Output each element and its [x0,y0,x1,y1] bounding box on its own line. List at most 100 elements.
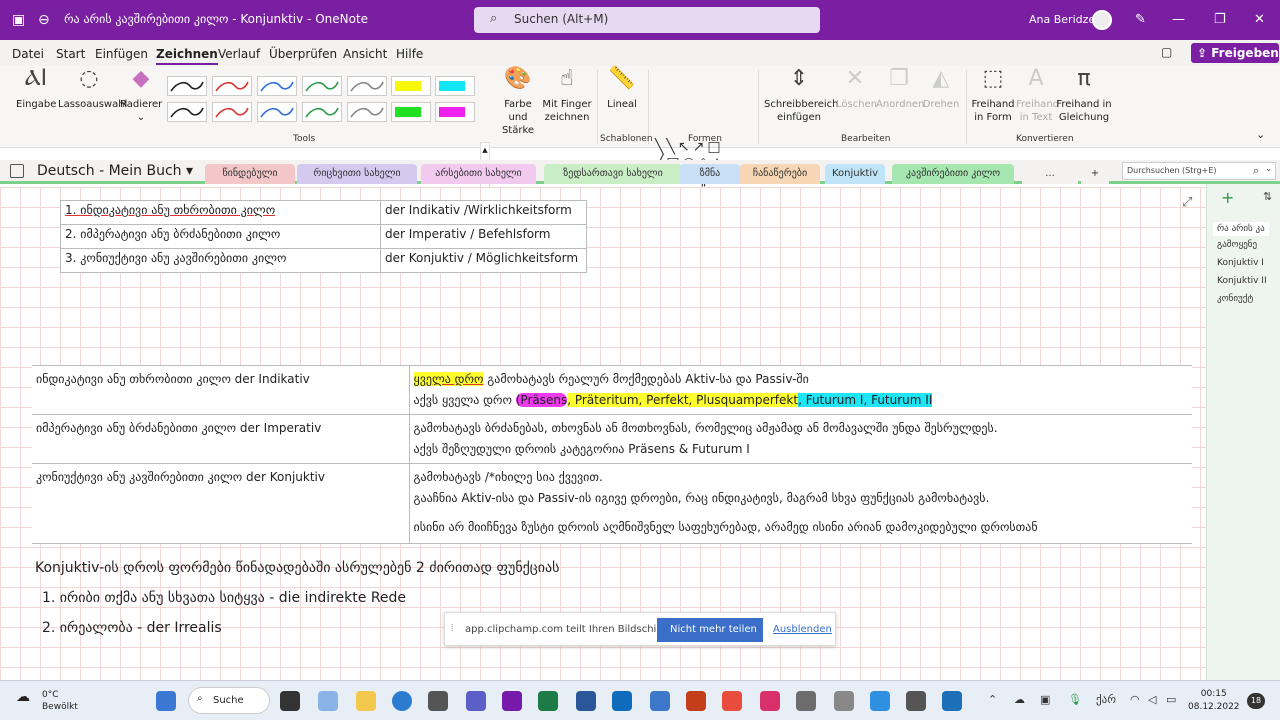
share-button[interactable]: ⇪ Freigeben [1191,43,1279,63]
rotate-button[interactable]: ◭ Drehen [922,68,960,111]
pen-swatch[interactable] [257,102,297,122]
notebook-selector[interactable]: Deutsch - Mein Buch ▾ [37,163,193,179]
page-item[interactable]: რა არის კა [1213,222,1269,236]
edge-icon[interactable] [392,691,412,711]
page-item[interactable]: გამოყენე [1217,240,1257,250]
sort-icon[interactable]: ⇅ [1263,190,1272,203]
ink-to-shape-button[interactable]: ⬚ Freihand in Form [970,68,1016,124]
battery-icon[interactable]: ▭ [1166,693,1176,706]
speaker-icon[interactable]: ◁ [1148,693,1156,706]
pen-swatch[interactable] [347,102,387,122]
teams-icon[interactable] [466,691,486,711]
back-icon[interactable]: ⊖ [38,12,50,28]
section-tab[interactable]: + [1081,164,1109,184]
maximize-icon[interactable]: ❐ [1214,12,1226,27]
section-tab[interactable]: ზედსართავი სახელი [544,164,682,184]
section-tab[interactable]: წინდებული [205,164,295,184]
app-icon[interactable] [906,691,926,711]
pen-swatch[interactable] [212,76,252,96]
pen-icon[interactable]: ✎ [1135,12,1146,27]
app-icon[interactable] [760,691,780,711]
word-icon[interactable] [576,691,596,711]
calculator-icon[interactable] [834,691,854,711]
pen-swatch[interactable] [212,102,252,122]
file-explorer-icon[interactable] [356,691,376,711]
finger-draw-button[interactable]: ☝ Mit Finger zeichnen [542,68,592,124]
clock[interactable]: 00:15 08.12.2022 [1188,688,1240,714]
color-thickness-button[interactable]: 🎨 Farbe und Stärke [496,68,540,137]
section-tab[interactable]: Konjuktiv [825,164,885,184]
task-view-icon[interactable] [280,691,300,711]
onedrive-icon[interactable]: ☁ [1014,693,1025,706]
pen-swatch[interactable] [167,76,207,96]
section-tab[interactable]: ჩანაწერები [740,164,820,184]
wifi-icon[interactable]: ◠ [1130,693,1140,706]
pen-swatch[interactable] [302,76,342,96]
notification-badge[interactable]: 18 [1247,693,1265,709]
insert-writing-space-button[interactable]: ⇕ Schreibbereich einfügen [764,68,839,124]
section-tab[interactable]: კავშირებითი კილო [892,164,1014,184]
pen-swatch[interactable] [302,102,342,122]
excel-icon[interactable] [538,691,558,711]
onenote-taskbar-icon[interactable] [502,691,522,711]
widgets-icon[interactable] [318,691,338,711]
ink-to-text-button[interactable]: A Freihand in Text [1016,68,1059,124]
drag-handle-icon[interactable]: ⦙ [451,623,453,634]
app-tray-icon[interactable]: ▣ [1040,693,1050,706]
menu-datei[interactable]: Datei [12,47,44,61]
avatar[interactable] [1092,10,1112,30]
eingabe-button[interactable]: ⲀⅠ Eingabe [16,68,56,111]
pen-swatch[interactable] [257,76,297,96]
microphone-icon[interactable]: 🎙 [1068,693,1082,706]
pen-swatch[interactable] [435,76,475,96]
pen-swatch[interactable] [347,76,387,96]
delete-button[interactable]: ✕ Löschen [836,68,877,111]
menu-ansicht[interactable]: Ansicht [343,47,387,61]
pen-swatch[interactable] [391,76,431,96]
collapse-ribbon-icon[interactable]: ⌄ [1256,128,1265,141]
chevron-up-icon[interactable]: ⌃ [988,693,997,706]
ink-to-math-button[interactable]: π Freihand in Gleichung [1056,68,1112,124]
arrange-button[interactable]: ❐ Anordnen [876,68,924,111]
ruler-button[interactable]: 📏 Lineal [604,68,640,111]
menu-start[interactable]: Start [56,47,85,61]
hide-button[interactable]: Ausblenden [773,624,832,635]
language-indicator[interactable]: ქარ [1096,693,1116,706]
page-item[interactable]: კონიუქტ [1217,294,1253,304]
expand-icon[interactable]: ⤢ [1182,195,1192,210]
section-tab[interactable]: არსებითი სახელი [421,164,536,184]
sync-icon[interactable]: ▢ [1161,45,1172,59]
add-page-icon[interactable]: + [1221,188,1234,207]
app-icon[interactable] [796,691,816,711]
weather-widget[interactable]: ☁ 0°C Bewölkt [12,689,78,713]
powerpoint-icon[interactable] [686,691,706,711]
taskbar-search[interactable]: ⌕ Suche [188,687,270,714]
menu-hilfe[interactable]: Hilfe [396,47,423,61]
eraser-button[interactable]: ◆ Radierer ⌄ [120,68,162,124]
todo-icon[interactable] [870,691,890,711]
app-icon[interactable] [722,691,742,711]
app-icon[interactable] [650,691,670,711]
lasso-button[interactable]: ◌ Lassoauswahl [58,68,127,111]
menu-zeichnen[interactable]: Zeichnen [156,47,218,65]
close-icon[interactable]: ✕ [1254,12,1265,27]
outlook-icon[interactable] [612,691,632,711]
section-tab[interactable]: ... [1022,164,1078,184]
stop-sharing-button[interactable]: Nicht mehr teilen [657,618,763,642]
pen-swatch[interactable] [391,102,431,122]
page-item[interactable]: Konjuktiv II [1217,276,1267,286]
store-icon[interactable] [428,691,448,711]
windows-start-icon[interactable] [156,691,176,711]
section-tab[interactable]: ზმნა [680,164,740,184]
note-canvas[interactable]: ⤢ 1. ინდიკატივი ანუ თხრობითი კილო der Ind… [0,187,1206,680]
section-search-input[interactable]: Durchsuchen (Strg+E) ⌕ ⌄ [1122,162,1276,180]
search-box[interactable]: ⌕ Suchen (Alt+M) [474,7,820,33]
section-tab[interactable]: რიცხვითი სახელი [297,164,417,184]
page-item[interactable]: Konjuktiv I [1217,258,1264,268]
pen-swatch[interactable] [435,102,475,122]
menu-verlauf[interactable]: Verlauf [218,47,260,61]
minimize-icon[interactable]: — [1172,12,1185,27]
menu-einfuegen[interactable]: Einfügen [95,47,148,61]
menu-ueberpruefen[interactable]: Überprüfen [269,47,337,61]
pen-swatch[interactable] [167,102,207,122]
